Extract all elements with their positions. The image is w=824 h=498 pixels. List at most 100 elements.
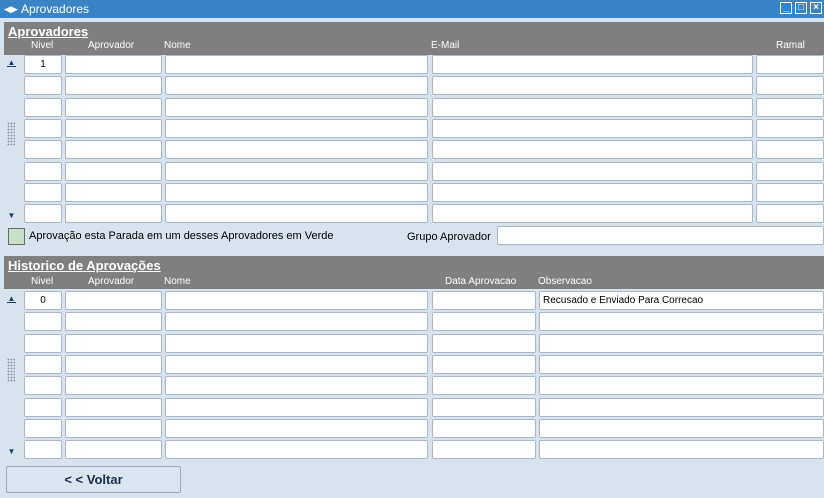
- hist-col-header-observacao: Observacao: [538, 276, 592, 287]
- aprovadores-cell-email[interactable]: [432, 162, 753, 181]
- aprovadores-cell-aprovador[interactable]: [65, 55, 162, 74]
- historico-cell-nivel[interactable]: [24, 419, 62, 438]
- historico-cell-nivel[interactable]: [24, 334, 62, 353]
- historico-cell-nivel[interactable]: [24, 398, 62, 417]
- historico-cell-nome[interactable]: [165, 398, 428, 417]
- aprovadores-cell-aprovador[interactable]: [65, 183, 162, 202]
- grupo-aprovador-input[interactable]: [497, 226, 824, 245]
- aprovadores-cell-ramal[interactable]: [756, 204, 824, 223]
- historico-cell-nivel[interactable]: 0: [24, 291, 62, 310]
- col-header-email: E-Mail: [431, 40, 460, 51]
- aprovadores-cell-nome[interactable]: [165, 98, 428, 117]
- historico-cell-observacao[interactable]: [539, 376, 824, 395]
- aprovadores-scroll-up-icon[interactable]: ▲: [5, 57, 18, 69]
- historico-cell-observacao[interactable]: [539, 440, 824, 459]
- historico-cell-nivel[interactable]: [24, 312, 62, 331]
- historico-cell-nome[interactable]: [165, 334, 428, 353]
- historico-scroll-grip[interactable]: [7, 358, 15, 382]
- aprovadores-cell-nivel[interactable]: [24, 76, 62, 95]
- aprovadores-scroll-down-icon[interactable]: ▼: [5, 210, 18, 222]
- aprovadores-cell-nivel[interactable]: [24, 204, 62, 223]
- historico-cell-aprovador[interactable]: [65, 291, 162, 310]
- historico-cell-nivel[interactable]: [24, 440, 62, 459]
- historico-cell-aprovador[interactable]: [65, 440, 162, 459]
- historico-cell-data-aprovacao[interactable]: [432, 398, 536, 417]
- historico-cell-nome[interactable]: [165, 440, 428, 459]
- historico-cell-observacao[interactable]: [539, 334, 824, 353]
- aprovadores-section-title: Aprovadores: [8, 24, 89, 39]
- aprovadores-cell-email[interactable]: [432, 140, 753, 159]
- historico-cell-nivel[interactable]: [24, 376, 62, 395]
- aprovadores-cell-aprovador[interactable]: [65, 204, 162, 223]
- historico-cell-observacao[interactable]: [539, 419, 824, 438]
- historico-cell-aprovador[interactable]: [65, 355, 162, 374]
- historico-cell-nome[interactable]: [165, 312, 428, 331]
- historico-cell-data-aprovacao[interactable]: [432, 419, 536, 438]
- aprovadores-cell-nivel[interactable]: [24, 119, 62, 138]
- aprovadores-cell-ramal[interactable]: [756, 55, 824, 74]
- aprovadores-cell-ramal[interactable]: [756, 140, 824, 159]
- aprovadores-cell-nome[interactable]: [165, 76, 428, 95]
- legend-color-swatch: [8, 228, 25, 245]
- aprovadores-cell-ramal[interactable]: [756, 119, 824, 138]
- aprovadores-cell-email[interactable]: [432, 204, 753, 223]
- aprovadores-cell-nome[interactable]: [165, 140, 428, 159]
- aprovadores-cell-ramal[interactable]: [756, 98, 824, 117]
- minimize-icon[interactable]: _: [780, 2, 792, 14]
- close-icon[interactable]: ×: [810, 2, 822, 14]
- app-icon: ◀▶: [4, 4, 18, 14]
- aprovadores-cell-ramal[interactable]: [756, 183, 824, 202]
- historico-cell-observacao[interactable]: [539, 355, 824, 374]
- historico-cell-data-aprovacao[interactable]: [432, 334, 536, 353]
- historico-cell-nome[interactable]: [165, 291, 428, 310]
- aprovadores-cell-aprovador[interactable]: [65, 98, 162, 117]
- col-header-nome: Nome: [164, 40, 191, 51]
- historico-scroll-down-icon[interactable]: ▼: [5, 446, 18, 458]
- historico-cell-aprovador[interactable]: [65, 312, 162, 331]
- historico-cell-data-aprovacao[interactable]: [432, 376, 536, 395]
- historico-cell-nome[interactable]: [165, 355, 428, 374]
- aprovadores-cell-nome[interactable]: [165, 204, 428, 223]
- historico-cell-observacao[interactable]: [539, 312, 824, 331]
- aprovadores-cell-nivel[interactable]: [24, 98, 62, 117]
- historico-cell-data-aprovacao[interactable]: [432, 312, 536, 331]
- aprovadores-cell-nivel[interactable]: [24, 162, 62, 181]
- historico-cell-observacao[interactable]: Recusado e Enviado Para Correcao: [539, 291, 824, 310]
- col-header-nivel: Nivel: [31, 40, 54, 51]
- historico-header: Historico de Aprovações Nivel Aprovador …: [4, 256, 824, 289]
- aprovadores-cell-email[interactable]: [432, 183, 753, 202]
- aprovadores-cell-nivel[interactable]: [24, 140, 62, 159]
- historico-scroll-up-icon[interactable]: ▲: [5, 293, 18, 305]
- voltar-button[interactable]: < < Voltar: [6, 466, 181, 493]
- aprovadores-cell-nivel[interactable]: [24, 183, 62, 202]
- aprovadores-cell-ramal[interactable]: [756, 76, 824, 95]
- historico-cell-aprovador[interactable]: [65, 419, 162, 438]
- aprovadores-cell-email[interactable]: [432, 119, 753, 138]
- historico-cell-data-aprovacao[interactable]: [432, 355, 536, 374]
- aprovadores-cell-nome[interactable]: [165, 119, 428, 138]
- aprovadores-cell-aprovador[interactable]: [65, 119, 162, 138]
- aprovadores-cell-aprovador[interactable]: [65, 140, 162, 159]
- aprovadores-scroll-grip[interactable]: [7, 122, 15, 146]
- historico-cell-aprovador[interactable]: [65, 398, 162, 417]
- aprovadores-cell-email[interactable]: [432, 76, 753, 95]
- maximize-icon[interactable]: □: [795, 2, 807, 14]
- historico-cell-observacao[interactable]: [539, 398, 824, 417]
- historico-cell-aprovador[interactable]: [65, 376, 162, 395]
- aprovadores-cell-nome[interactable]: [165, 162, 428, 181]
- aprovadores-cell-email[interactable]: [432, 55, 753, 74]
- aprovadores-cell-aprovador[interactable]: [65, 162, 162, 181]
- historico-cell-data-aprovacao[interactable]: [432, 440, 536, 459]
- historico-cell-nome[interactable]: [165, 419, 428, 438]
- legend-text: Aprovação esta Parada em um desses Aprov…: [29, 230, 334, 242]
- aprovadores-cell-aprovador[interactable]: [65, 76, 162, 95]
- historico-cell-aprovador[interactable]: [65, 334, 162, 353]
- historico-cell-nivel[interactable]: [24, 355, 62, 374]
- historico-cell-data-aprovacao[interactable]: [432, 291, 536, 310]
- aprovadores-cell-email[interactable]: [432, 98, 753, 117]
- historico-cell-nome[interactable]: [165, 376, 428, 395]
- aprovadores-cell-nome[interactable]: [165, 55, 428, 74]
- aprovadores-cell-nome[interactable]: [165, 183, 428, 202]
- aprovadores-cell-nivel[interactable]: 1: [24, 55, 62, 74]
- aprovadores-cell-ramal[interactable]: [756, 162, 824, 181]
